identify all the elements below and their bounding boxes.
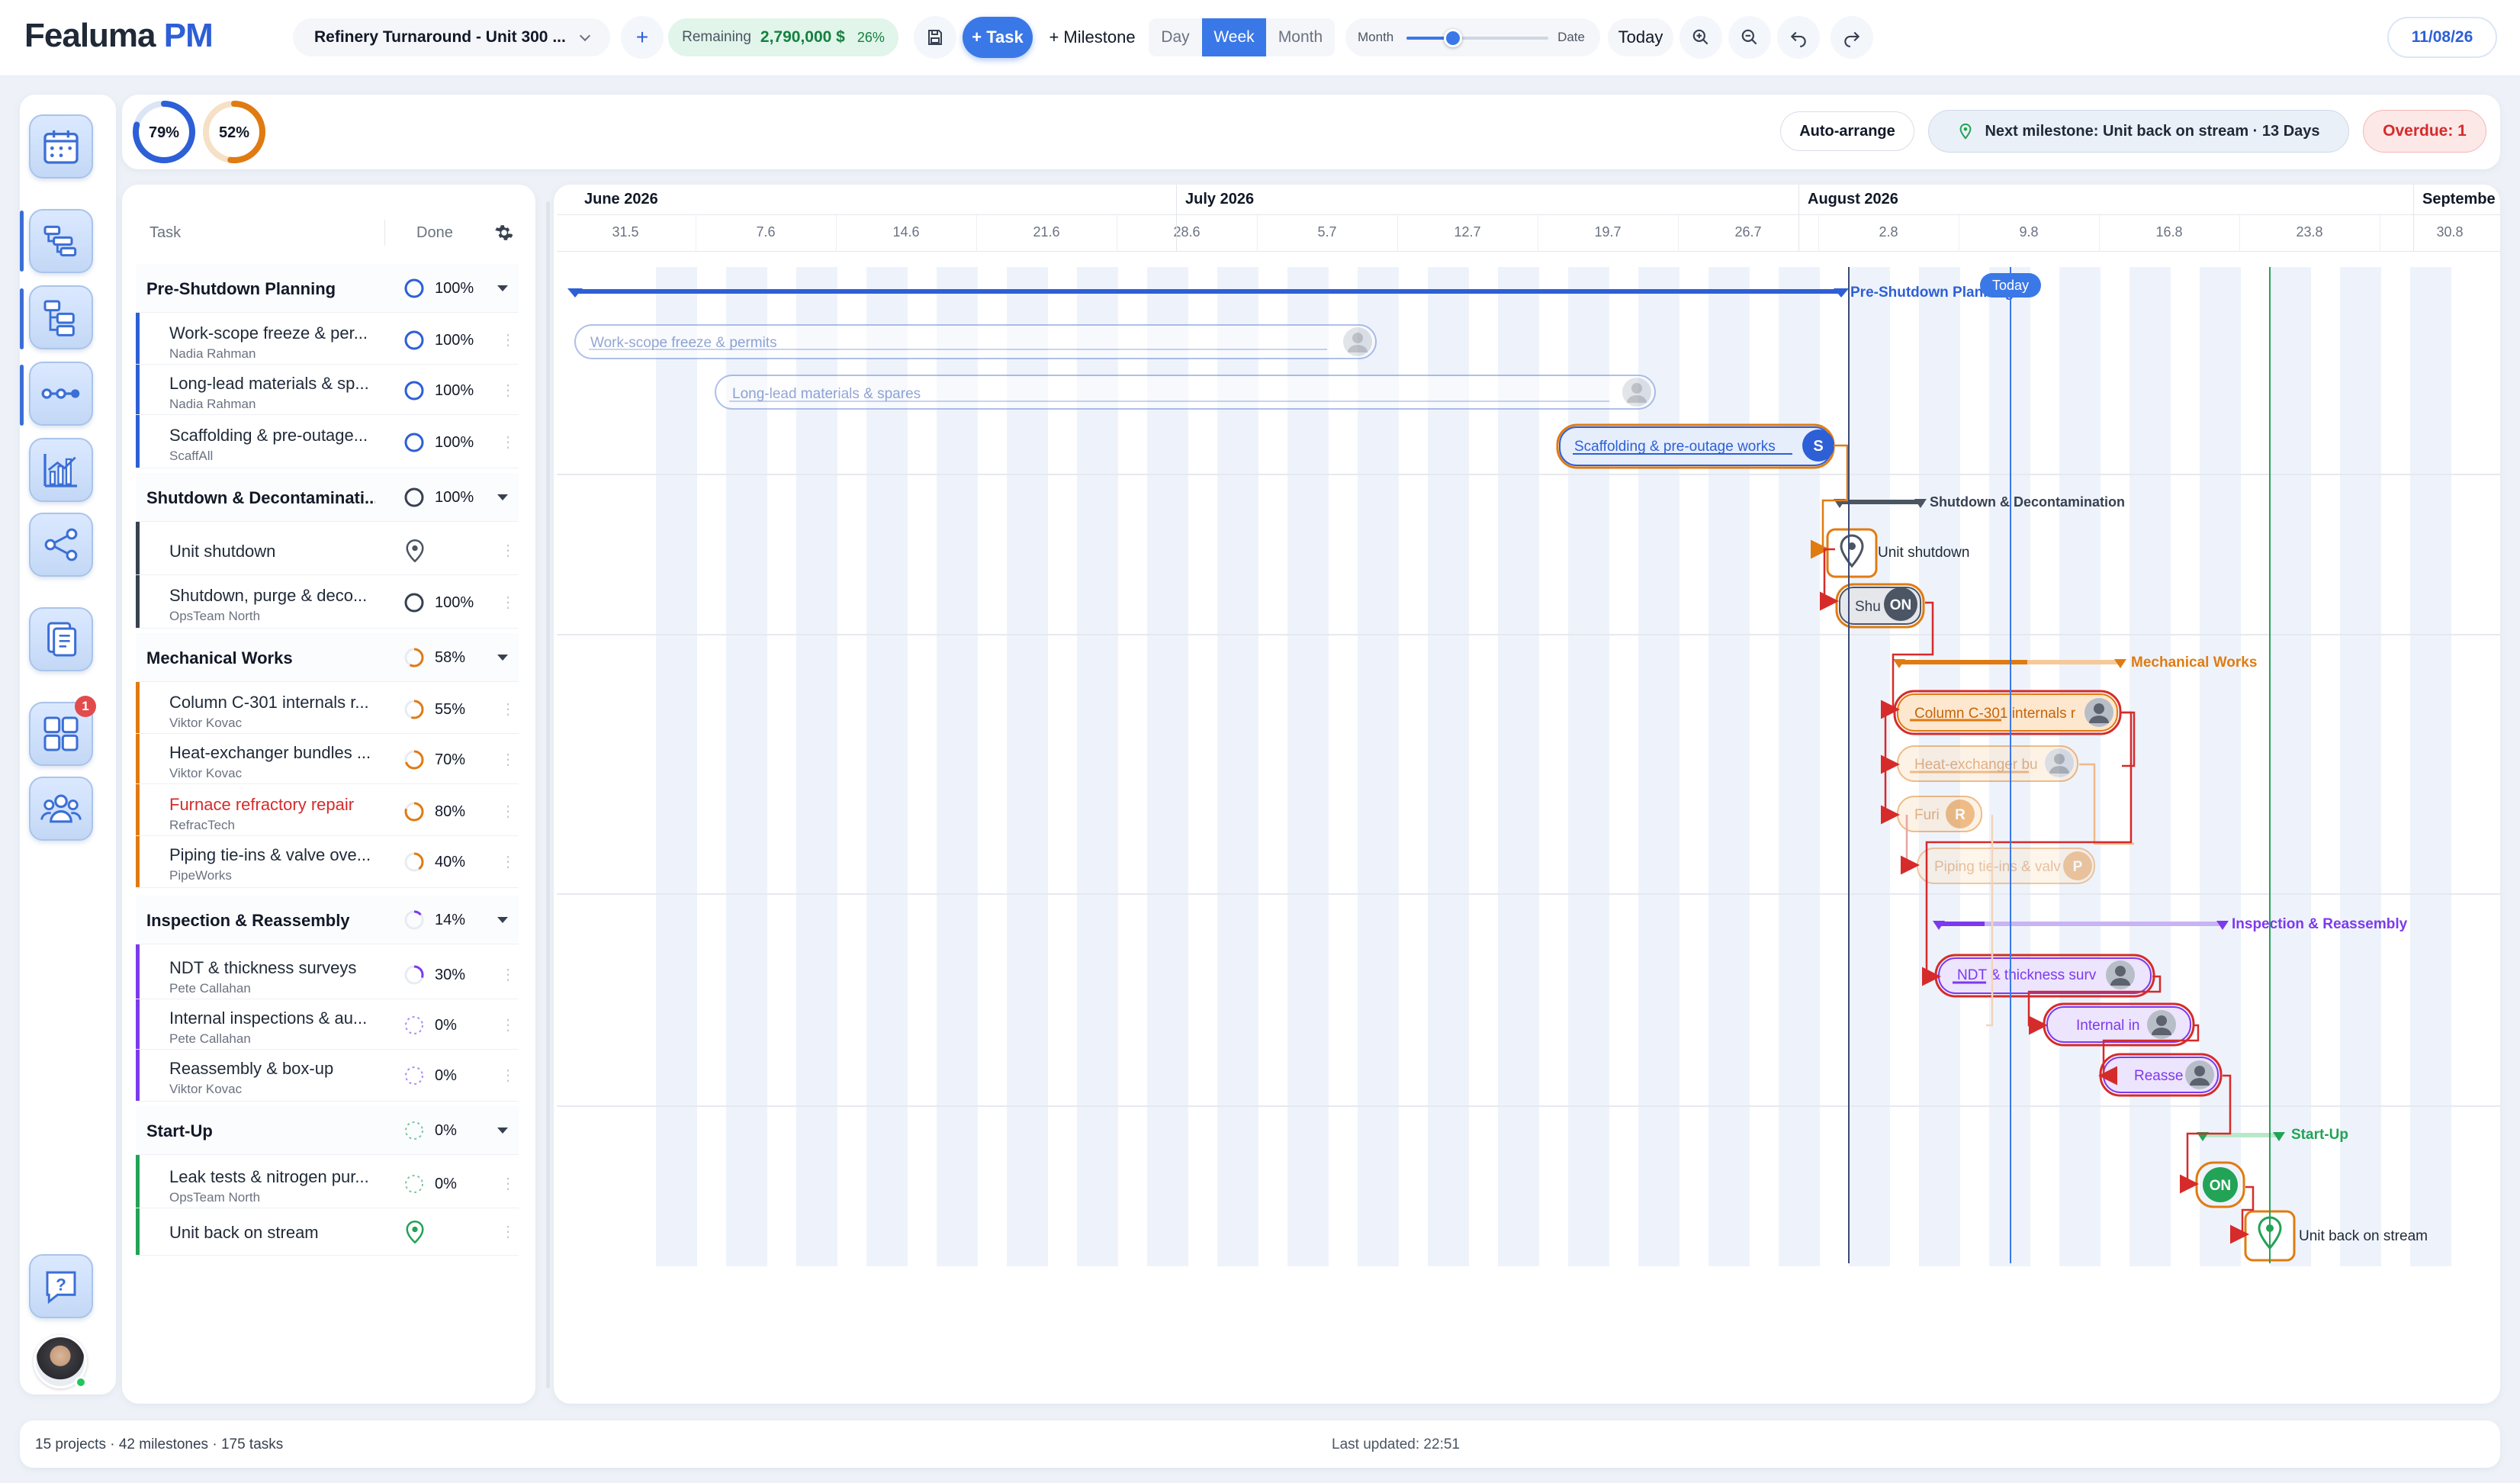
task-bar-scaffolding[interactable]: Scaffolding & pre-outage works S xyxy=(1556,423,1835,469)
group-label-mechanical: Mechanical Works xyxy=(2131,655,2257,671)
svg-text:Piping tie-ins & valv: Piping tie-ins & valv xyxy=(1934,859,2061,875)
svg-text:Work-scope freeze & permits: Work-scope freeze & permits xyxy=(590,335,777,351)
task-bar-shutdown-purge[interactable]: Shu ON xyxy=(1835,583,1925,629)
group-label-start-up: Start-Up xyxy=(2291,1127,2348,1143)
svg-text:S: S xyxy=(1813,438,1823,455)
svg-text:Column C-301 internals r: Column C-301 internals r xyxy=(1914,706,2076,722)
svg-text:Internal in: Internal in xyxy=(2076,1018,2139,1034)
milestone-unit-shutdown[interactable] xyxy=(1826,528,1878,578)
group-bar-pre-shutdown[interactable] xyxy=(567,288,1849,298)
task-bar-piping-tie-ins[interactable]: Piping tie-ins & valv P xyxy=(1917,848,2095,884)
svg-text:Scaffolding & pre-outage works: Scaffolding & pre-outage works xyxy=(1574,439,1776,455)
group-label-shutdown: Shutdown & Decontamination xyxy=(1930,494,2125,510)
svg-text:R: R xyxy=(1955,807,1966,823)
status-summary: 15 projects · 42 milestones · 175 tasks xyxy=(35,1436,284,1452)
svg-text:P: P xyxy=(2073,859,2083,875)
today-marker: Today xyxy=(1980,273,2041,298)
svg-text:Heat-exchanger bu: Heat-exchanger bu xyxy=(1914,757,2038,773)
svg-text:Today: Today xyxy=(1992,278,2029,293)
task-bar-internal-inspections[interactable]: Internal in xyxy=(2043,1002,2195,1047)
task-bar-reassembly[interactable]: Reasse xyxy=(2099,1053,2223,1097)
status-last-updated: Last updated: 22:51 xyxy=(1332,1436,1460,1452)
task-bar-ndt-surveys[interactable]: NDT & thickness surv xyxy=(1934,954,2155,998)
task-bar-column-c301[interactable]: Column C-301 internals r xyxy=(1893,690,2122,735)
gantt-canvas: Pre-Shutdown Planning Work-scope freeze … xyxy=(557,267,2500,1263)
milestone-label-unit-shutdown: Unit shutdown xyxy=(1878,545,1969,561)
task-bar-heat-exchanger[interactable]: Heat-exchanger bu xyxy=(1897,745,2078,782)
svg-text:ON: ON xyxy=(1890,597,1912,613)
group-bar-inspection[interactable] xyxy=(1933,921,2229,930)
group-label-inspection: Inspection & Reassembly xyxy=(2232,916,2408,932)
svg-text:Long-lead materials & spares: Long-lead materials & spares xyxy=(732,386,921,402)
svg-text:Reasse: Reasse xyxy=(2134,1068,2183,1084)
svg-text:ON: ON xyxy=(2210,1178,2232,1194)
task-bar-furnace-refractory[interactable]: Furi R xyxy=(1897,796,1982,832)
milestone-label-unit-back-on-stream: Unit back on stream xyxy=(2299,1228,2428,1244)
svg-text:Furi: Furi xyxy=(1914,807,1940,823)
task-bar-work-scope[interactable]: Work-scope freeze & permits xyxy=(574,324,1377,359)
task-bar-long-lead[interactable]: Long-lead materials & spares xyxy=(715,375,1656,410)
svg-text:Shu: Shu xyxy=(1855,599,1881,615)
dependency-arrows xyxy=(1811,444,2255,1244)
status-bar xyxy=(20,1420,2500,1468)
svg-text:NDT & thickness surv: NDT & thickness surv xyxy=(1957,967,2097,983)
task-bar-leak-tests[interactable]: ON xyxy=(2195,1161,2245,1208)
